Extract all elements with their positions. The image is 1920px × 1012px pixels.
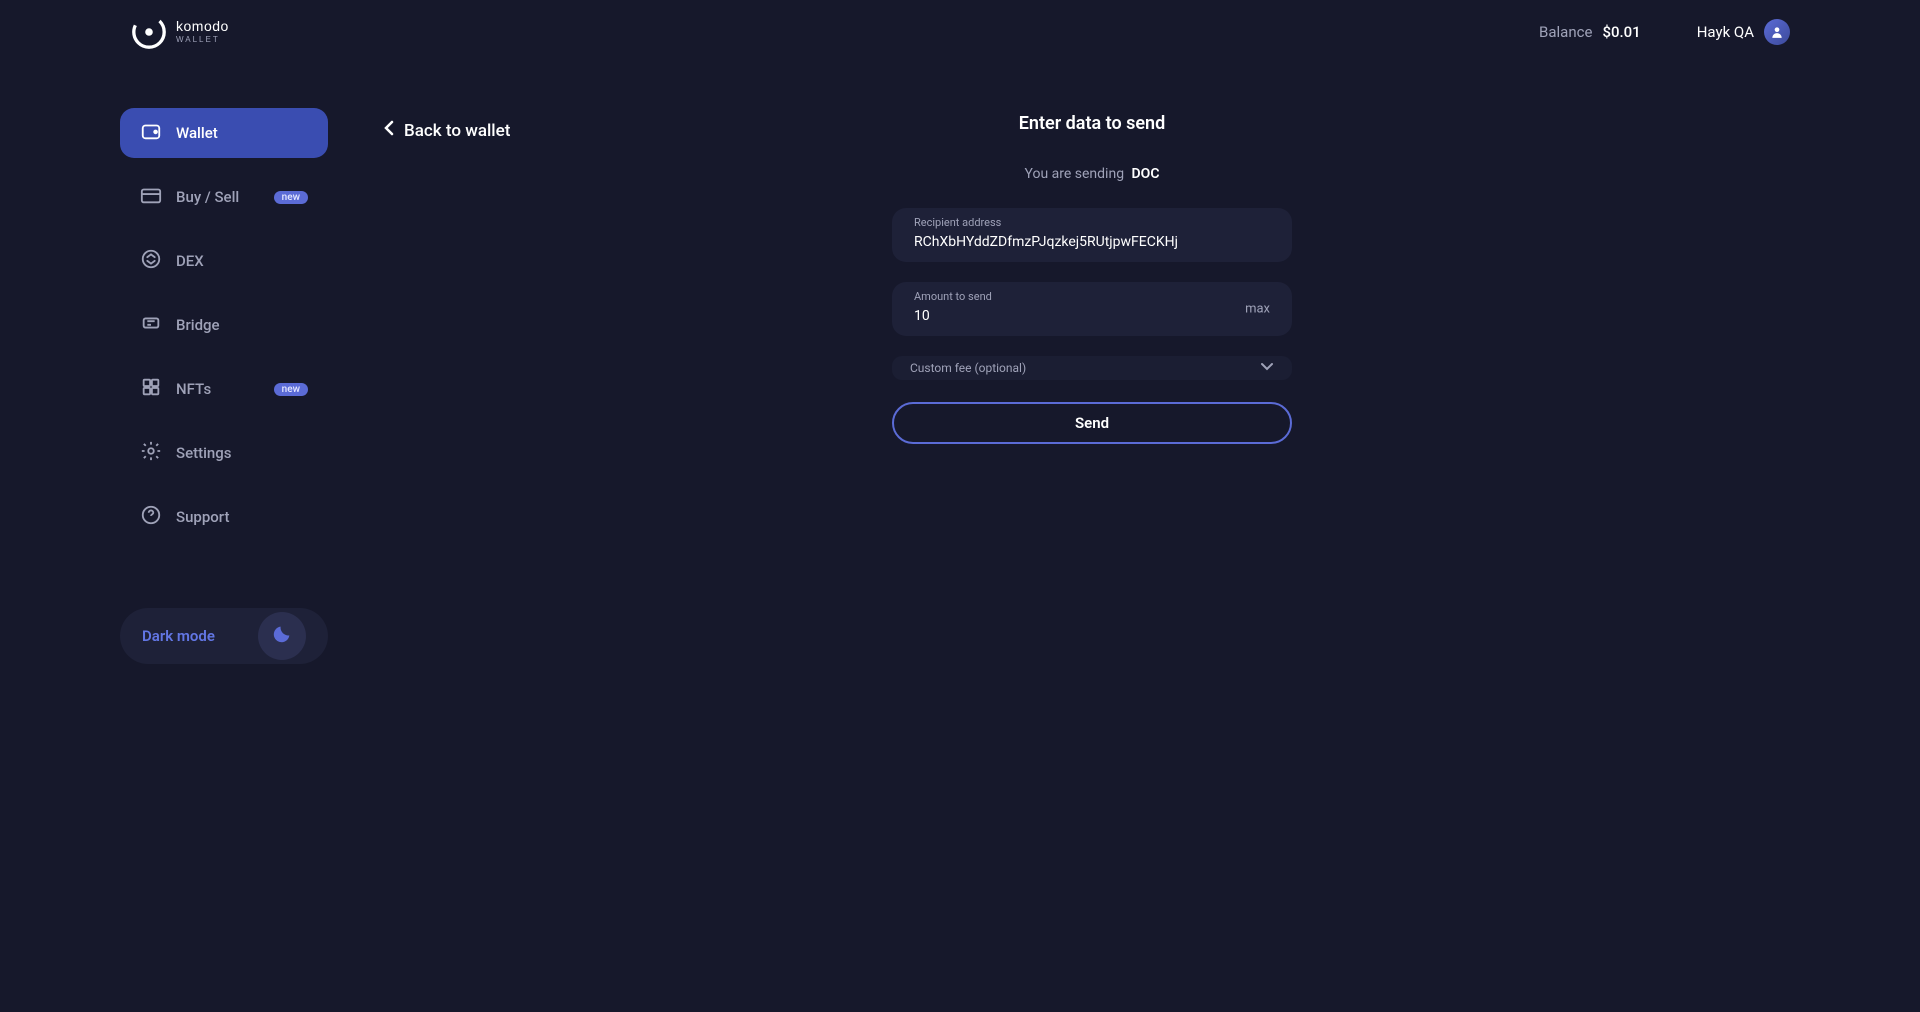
help-icon	[140, 504, 162, 530]
logo-icon	[130, 13, 168, 51]
svg-text:WALLET: WALLET	[176, 35, 220, 44]
sidebar-item-label: Settings	[176, 444, 232, 462]
sidebar-item-dex[interactable]: DEX	[120, 236, 328, 286]
sending-asset: DOC	[1132, 166, 1160, 182]
sidebar-item-settings[interactable]: Settings	[120, 428, 328, 478]
recipient-field-group: Recipient address	[892, 208, 1292, 262]
sidebar-item-label: Wallet	[176, 124, 218, 142]
main-content: Back to wallet Enter data to send You ar…	[384, 64, 1800, 1012]
gear-icon	[140, 440, 162, 466]
dark-mode-label: Dark mode	[142, 627, 215, 645]
grid-icon	[140, 376, 162, 402]
page-title: Enter data to send	[1019, 113, 1166, 134]
avatar	[1764, 19, 1790, 45]
back-label: Back to wallet	[404, 121, 510, 141]
logo-text: komodo WALLET	[176, 17, 276, 47]
new-badge: new	[274, 383, 308, 396]
sidebar-item-support[interactable]: Support	[120, 492, 328, 542]
send-button[interactable]: Send	[892, 402, 1292, 444]
chevron-left-icon	[384, 120, 394, 141]
sidebar-item-label: Buy / Sell	[176, 188, 239, 206]
custom-fee-dropdown[interactable]: Custom fee (optional)	[892, 356, 1292, 380]
amount-label: Amount to send	[914, 290, 1270, 303]
balance-label: Balance	[1539, 23, 1592, 41]
sidebar-item-bridge[interactable]: Bridge	[120, 300, 328, 350]
amount-field-group: Amount to send max	[892, 282, 1292, 336]
balance-value: $0.01	[1602, 23, 1640, 41]
chevron-down-icon	[1260, 361, 1274, 375]
recipient-input[interactable]	[914, 234, 1270, 250]
sidebar-item-wallet[interactable]: Wallet	[120, 108, 328, 158]
sending-note: You are sending DOC	[1025, 166, 1160, 182]
max-button[interactable]: max	[1245, 302, 1270, 317]
wallet-icon	[140, 120, 162, 146]
dark-mode-toggle-card: Dark mode	[120, 608, 328, 664]
user-name: Hayk QA	[1697, 23, 1754, 41]
sidebar-item-buy-sell[interactable]: Buy / Sell new	[120, 172, 328, 222]
sidebar-item-label: DEX	[176, 252, 204, 270]
header: komodo WALLET Balance $0.01 Hayk QA	[0, 0, 1920, 64]
sending-prefix: You are sending	[1025, 166, 1125, 182]
card-icon	[140, 184, 162, 210]
new-badge: new	[274, 191, 308, 204]
sidebar-item-label: Support	[176, 508, 229, 526]
sidebar-item-label: Bridge	[176, 316, 220, 334]
amount-input[interactable]	[914, 308, 1270, 324]
balance-display: Balance $0.01	[1539, 23, 1641, 41]
recipient-label: Recipient address	[914, 216, 1270, 229]
svg-text:komodo: komodo	[176, 18, 229, 34]
sidebar: Wallet Buy / Sell new	[120, 64, 328, 1012]
moon-icon	[271, 623, 293, 649]
user-menu[interactable]: Hayk QA	[1697, 19, 1790, 45]
sidebar-item-nfts[interactable]: NFTs new	[120, 364, 328, 414]
dark-mode-toggle[interactable]	[258, 612, 306, 660]
bridge-icon	[140, 312, 162, 338]
custom-fee-label: Custom fee (optional)	[910, 361, 1026, 375]
sidebar-item-label: NFTs	[176, 380, 211, 398]
logo[interactable]: komodo WALLET	[130, 13, 276, 51]
swap-icon	[140, 248, 162, 274]
